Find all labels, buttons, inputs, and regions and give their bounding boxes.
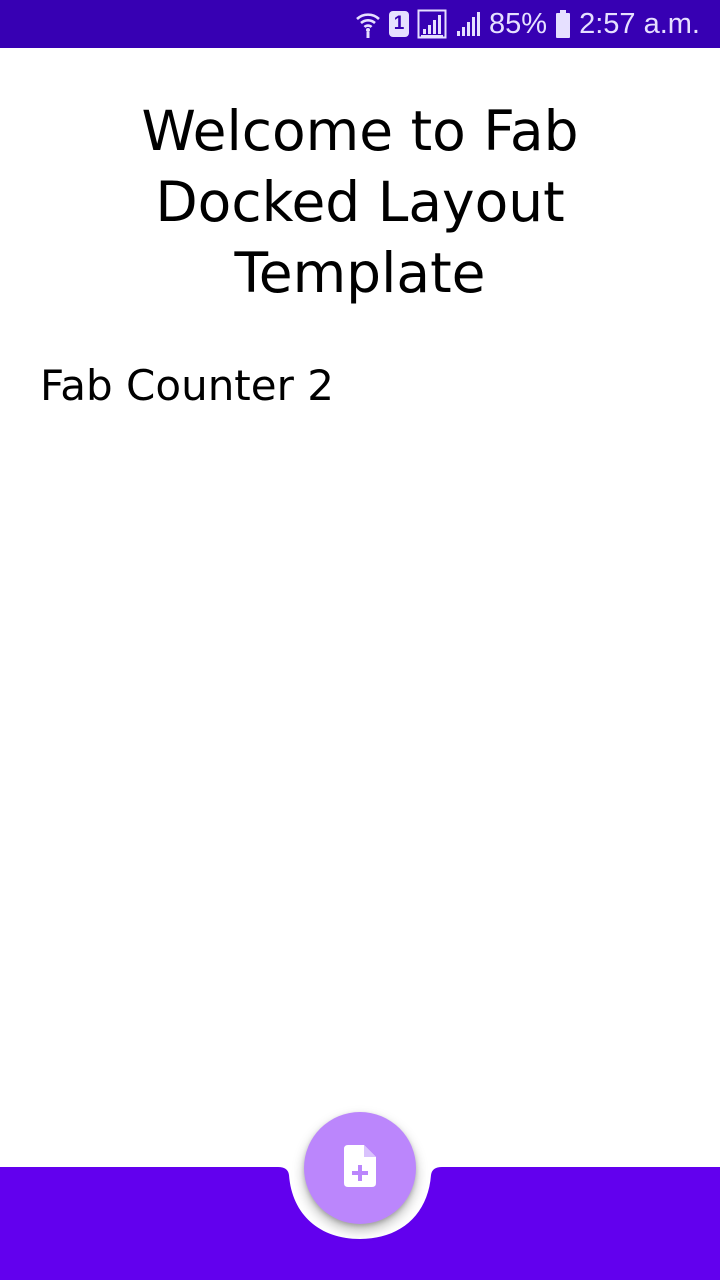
status-bar: 1 85% 2:57 a.m. xyxy=(0,0,720,48)
wifi-icon xyxy=(355,9,381,39)
signal-icon xyxy=(417,9,447,39)
fab-counter-text: Fab Counter 2 xyxy=(40,361,334,410)
sim-icon: 1 xyxy=(389,11,410,37)
page-title: Welcome to Fab Docked Layout Template xyxy=(141,99,579,305)
note-add-icon xyxy=(342,1145,378,1191)
signal-icon xyxy=(455,9,481,39)
status-icons: 1 85% 2:57 a.m. xyxy=(355,0,700,48)
status-time: 2:57 a.m. xyxy=(579,8,700,40)
add-note-fab[interactable] xyxy=(304,1112,416,1224)
battery-percent: 85% xyxy=(489,8,548,40)
app-screen: 1 85% 2:57 a.m. Welcome to Fab Docked La… xyxy=(0,0,720,1280)
battery-icon xyxy=(555,10,571,38)
